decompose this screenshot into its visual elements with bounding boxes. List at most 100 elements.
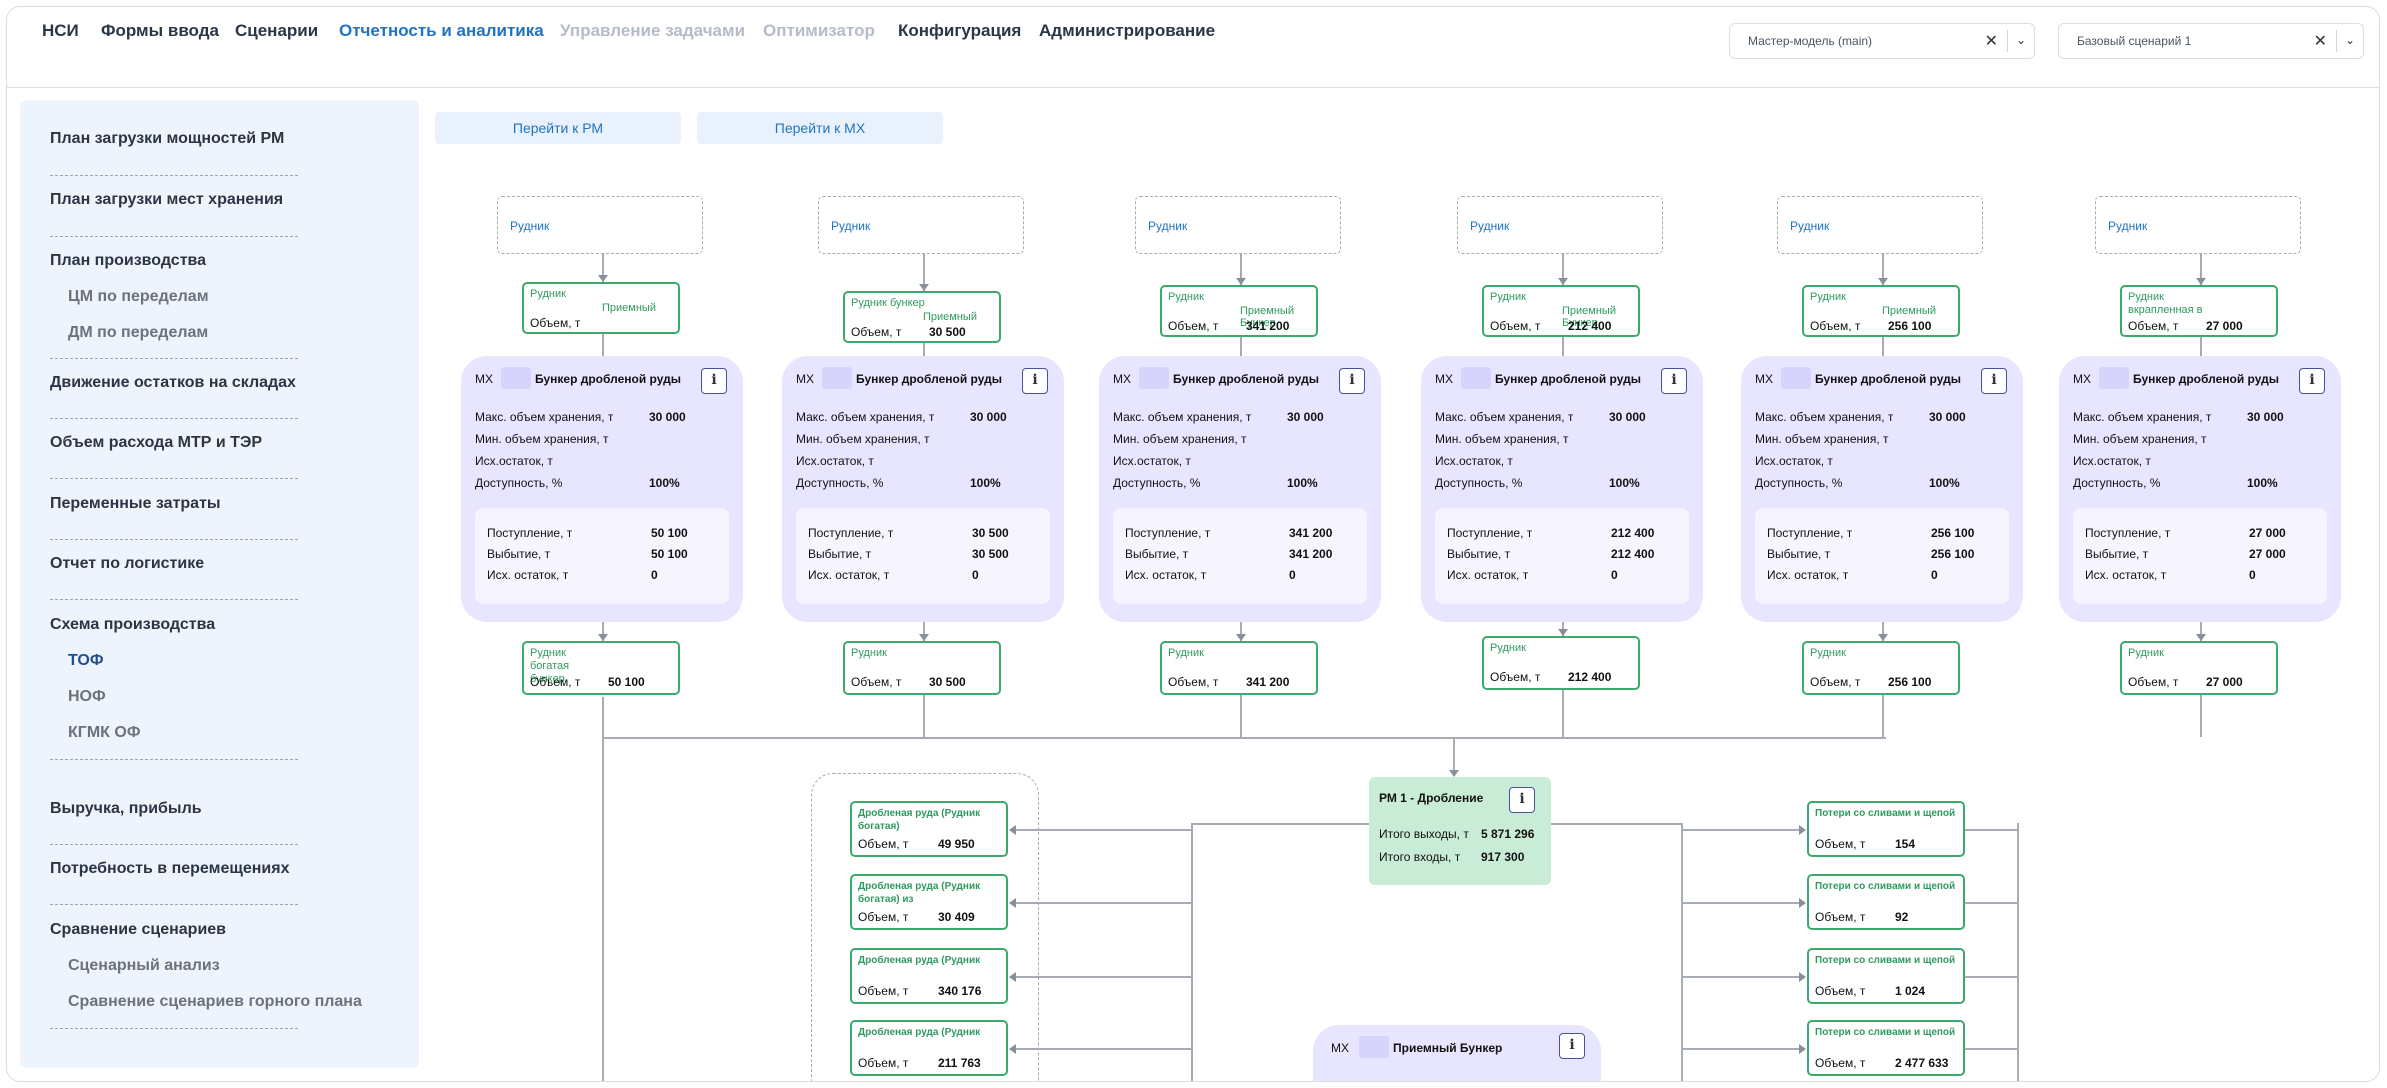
- sidebar-item-production-scheme[interactable]: Схема производства: [50, 616, 215, 634]
- arrow-down-icon: [1878, 634, 1888, 641]
- chevron-down-icon[interactable]: ⌄: [2345, 33, 2355, 47]
- mx-bunker-card[interactable]: МХ Бункер дробленой руды i Макс. объем хран…: [1421, 356, 1703, 622]
- sidebar-item-mtr[interactable]: Объем расхода МТР и ТЭР: [50, 434, 262, 452]
- nav-configuration[interactable]: Конфигурация: [898, 21, 1021, 41]
- sidebar-item-storage-plan[interactable]: План загрузки мест хранения: [50, 191, 283, 209]
- losses-output-box[interactable]: Потери со сливами и щепой Объем, т 1 024: [1807, 948, 1965, 1004]
- sidebar-item-logistics[interactable]: Отчет по логистике: [50, 555, 204, 573]
- info-icon[interactable]: i: [2299, 368, 2325, 394]
- outgoing-flow-box[interactable]: Рудник богатая бункер Объем, т 50 100: [522, 641, 680, 695]
- sidebar-item-tof[interactable]: ТОФ: [68, 652, 103, 670]
- info-icon[interactable]: i: [1509, 787, 1535, 813]
- outgoing-flow-box[interactable]: Рудник Объем, т 212 400: [1482, 636, 1640, 690]
- losses-output-box[interactable]: Потери со сливами и щепой Объем, т 92: [1807, 874, 1965, 930]
- crushed-ore-output-box[interactable]: Дробленая руда (Рудник Объем, т 340 176: [850, 948, 1008, 1004]
- incoming-flow-box[interactable]: Рудник Приемный Объем, т 256 100: [1802, 285, 1960, 337]
- info-icon[interactable]: i: [1559, 1033, 1585, 1059]
- info-icon[interactable]: i: [701, 368, 727, 394]
- sidebar-item-dm[interactable]: ДМ по переделам: [68, 324, 208, 342]
- mine-source-box[interactable]: Рудник: [1457, 196, 1663, 254]
- rm-crushing-node[interactable]: РМ 1 - Дробление i Итого выходы, т 5 871…: [1369, 777, 1551, 885]
- incoming-flow-box[interactable]: Рудник Приемный Бункер Объем, т 212 400: [1482, 285, 1640, 337]
- param-label: Исх.остаток, т: [1435, 454, 1513, 468]
- volume-value: 212 400: [1568, 319, 1612, 333]
- mx-title: Бункер дробленой руды: [1815, 372, 1961, 386]
- connector-line: [1965, 976, 2017, 978]
- mine-source-box[interactable]: Рудник: [1135, 196, 1341, 254]
- losses-output-box[interactable]: Потери со сливами и щепой Объем, т 2 477 6…: [1807, 1020, 1965, 1076]
- clear-icon[interactable]: ✕: [2314, 31, 2327, 51]
- volume-label: Объем, т: [858, 984, 909, 998]
- arrow-down-icon: [1236, 634, 1246, 641]
- mx-bunker-card[interactable]: МХ Бункер дробленой руды i Макс. объем хран…: [782, 356, 1064, 622]
- flow-label: Исх. остаток, т: [2085, 568, 2167, 582]
- flow-title: Рудник: [1168, 647, 1204, 659]
- sidebar-item-mining-plan-compare[interactable]: Сравнение сценариев горного плана: [68, 993, 362, 1011]
- mx-label: МХ: [1331, 1041, 1349, 1055]
- info-icon[interactable]: i: [1022, 368, 1048, 394]
- sidebar-item-kgmk[interactable]: КГМК ОФ: [68, 724, 140, 742]
- flow-subtitle: Приемный: [923, 311, 977, 323]
- mx-label: МХ: [796, 372, 814, 386]
- mine-source-box[interactable]: Рудник: [497, 196, 703, 254]
- volume-label: Объем, т: [851, 675, 902, 689]
- sidebar-item-capacity-plan[interactable]: План загрузки мощностей РМ: [50, 130, 284, 148]
- connector-line: [1681, 976, 1801, 978]
- goto-mx-button[interactable]: Перейти к МХ: [697, 112, 943, 144]
- nav-scenarios[interactable]: Сценарии: [235, 21, 318, 41]
- model-select[interactable]: Мастер-модель (main) ✕ ⌄: [1729, 23, 2035, 59]
- info-icon[interactable]: i: [1339, 368, 1365, 394]
- param-value: 100%: [1609, 476, 1640, 490]
- crushed-ore-output-box[interactable]: Дробленая руда (Рудник богатая) из Объем,…: [850, 874, 1008, 930]
- sidebar-item-revenue[interactable]: Выручка, прибыль: [50, 800, 202, 818]
- param-label: Макс. объем хранения, т: [475, 410, 614, 424]
- mine-source-box[interactable]: Рудник: [1777, 196, 1983, 254]
- flow-label: Поступление, т: [808, 526, 894, 540]
- outgoing-flow-box[interactable]: Рудник Объем, т 27 000: [2120, 641, 2278, 695]
- crushed-ore-output-box[interactable]: Дробленая руда (Рудник богатая) Объем, т 4…: [850, 801, 1008, 857]
- volume-value: 1 024: [1895, 984, 1926, 998]
- outgoing-flow-box[interactable]: Рудник Объем, т 30 500: [843, 641, 1001, 695]
- nav-administration[interactable]: Администрирование: [1039, 21, 1215, 41]
- mx-label: МХ: [1435, 372, 1453, 386]
- sidebar-item-scenario-compare[interactable]: Сравнение сценариев: [50, 921, 226, 939]
- arrow-left-icon: [1009, 972, 1016, 982]
- info-icon[interactable]: i: [1661, 368, 1687, 394]
- sidebar-item-nof[interactable]: НОФ: [68, 688, 106, 706]
- nav-reporting[interactable]: Отчетность и аналитика: [339, 21, 544, 41]
- outgoing-flow-box[interactable]: Рудник Объем, т 341 200: [1160, 641, 1318, 695]
- flow-title: Рудник: [1168, 291, 1204, 303]
- incoming-flow-box[interactable]: Рудник Приемный Объем, т: [522, 282, 680, 334]
- sidebar-item-cm[interactable]: ЦМ по переделам: [68, 288, 209, 306]
- sidebar-item-stock-movement[interactable]: Движение остатков на складах: [50, 374, 296, 392]
- mine-source-box[interactable]: Рудник: [2095, 196, 2301, 254]
- crushed-ore-output-box[interactable]: Дробленая руда (Рудник Объем, т 211 763: [850, 1020, 1008, 1076]
- nav-input-forms[interactable]: Формы ввода: [101, 21, 219, 41]
- incoming-flow-box[interactable]: Рудник вкрапленная в Объем, т 27 000: [2120, 285, 2278, 337]
- mx-bunker-card[interactable]: МХ Бункер дробленой руды i Макс. объем хран…: [2059, 356, 2341, 622]
- info-icon[interactable]: i: [1981, 368, 2007, 394]
- goto-rm-button[interactable]: Перейти к РМ: [435, 112, 681, 144]
- sidebar-item-production-plan[interactable]: План производства: [50, 252, 206, 270]
- divider: [50, 358, 298, 359]
- clear-icon[interactable]: ✕: [1985, 31, 1998, 51]
- mx-bunker-card[interactable]: МХ Бункер дробленой руды i Макс. объем хран…: [1099, 356, 1381, 622]
- mx-receiving-bunker[interactable]: МХ Приемный Бункер i: [1313, 1025, 1601, 1081]
- sidebar-item-variable-costs[interactable]: Переменные затраты: [50, 495, 221, 513]
- flow-label: Исх. остаток, т: [808, 568, 890, 582]
- arrow-down-icon: [1449, 770, 1459, 777]
- mx-bunker-card[interactable]: МХ Бункер дробленой руды i Макс. объем хран…: [1741, 356, 2023, 622]
- sidebar-item-movement-needs[interactable]: Потребность в перемещениях: [50, 860, 289, 878]
- incoming-flow-box[interactable]: Рудник бункер Приемный Объем, т 30 500: [843, 291, 1001, 343]
- incoming-flow-box[interactable]: Рудник Приемный Бункер Объем, т 341 200: [1160, 285, 1318, 337]
- outgoing-flow-box[interactable]: Рудник Объем, т 256 100: [1802, 641, 1960, 695]
- chevron-down-icon[interactable]: ⌄: [2016, 33, 2026, 47]
- mine-source-box[interactable]: Рудник: [818, 196, 1024, 254]
- scenario-select[interactable]: Базовый сценарий 1 ✕ ⌄: [2058, 23, 2364, 59]
- losses-output-box[interactable]: Потери со сливами и щепой Объем, т 154: [1807, 801, 1965, 857]
- mx-bunker-card[interactable]: МХ Бункер дробленой руды i Макс. объем хран…: [461, 356, 743, 622]
- flow-label: Поступление, т: [487, 526, 573, 540]
- flow-value: 256 100: [1931, 547, 1975, 561]
- nav-nsi[interactable]: НСИ: [42, 21, 79, 41]
- sidebar-item-scenario-analysis[interactable]: Сценарный анализ: [68, 957, 220, 975]
